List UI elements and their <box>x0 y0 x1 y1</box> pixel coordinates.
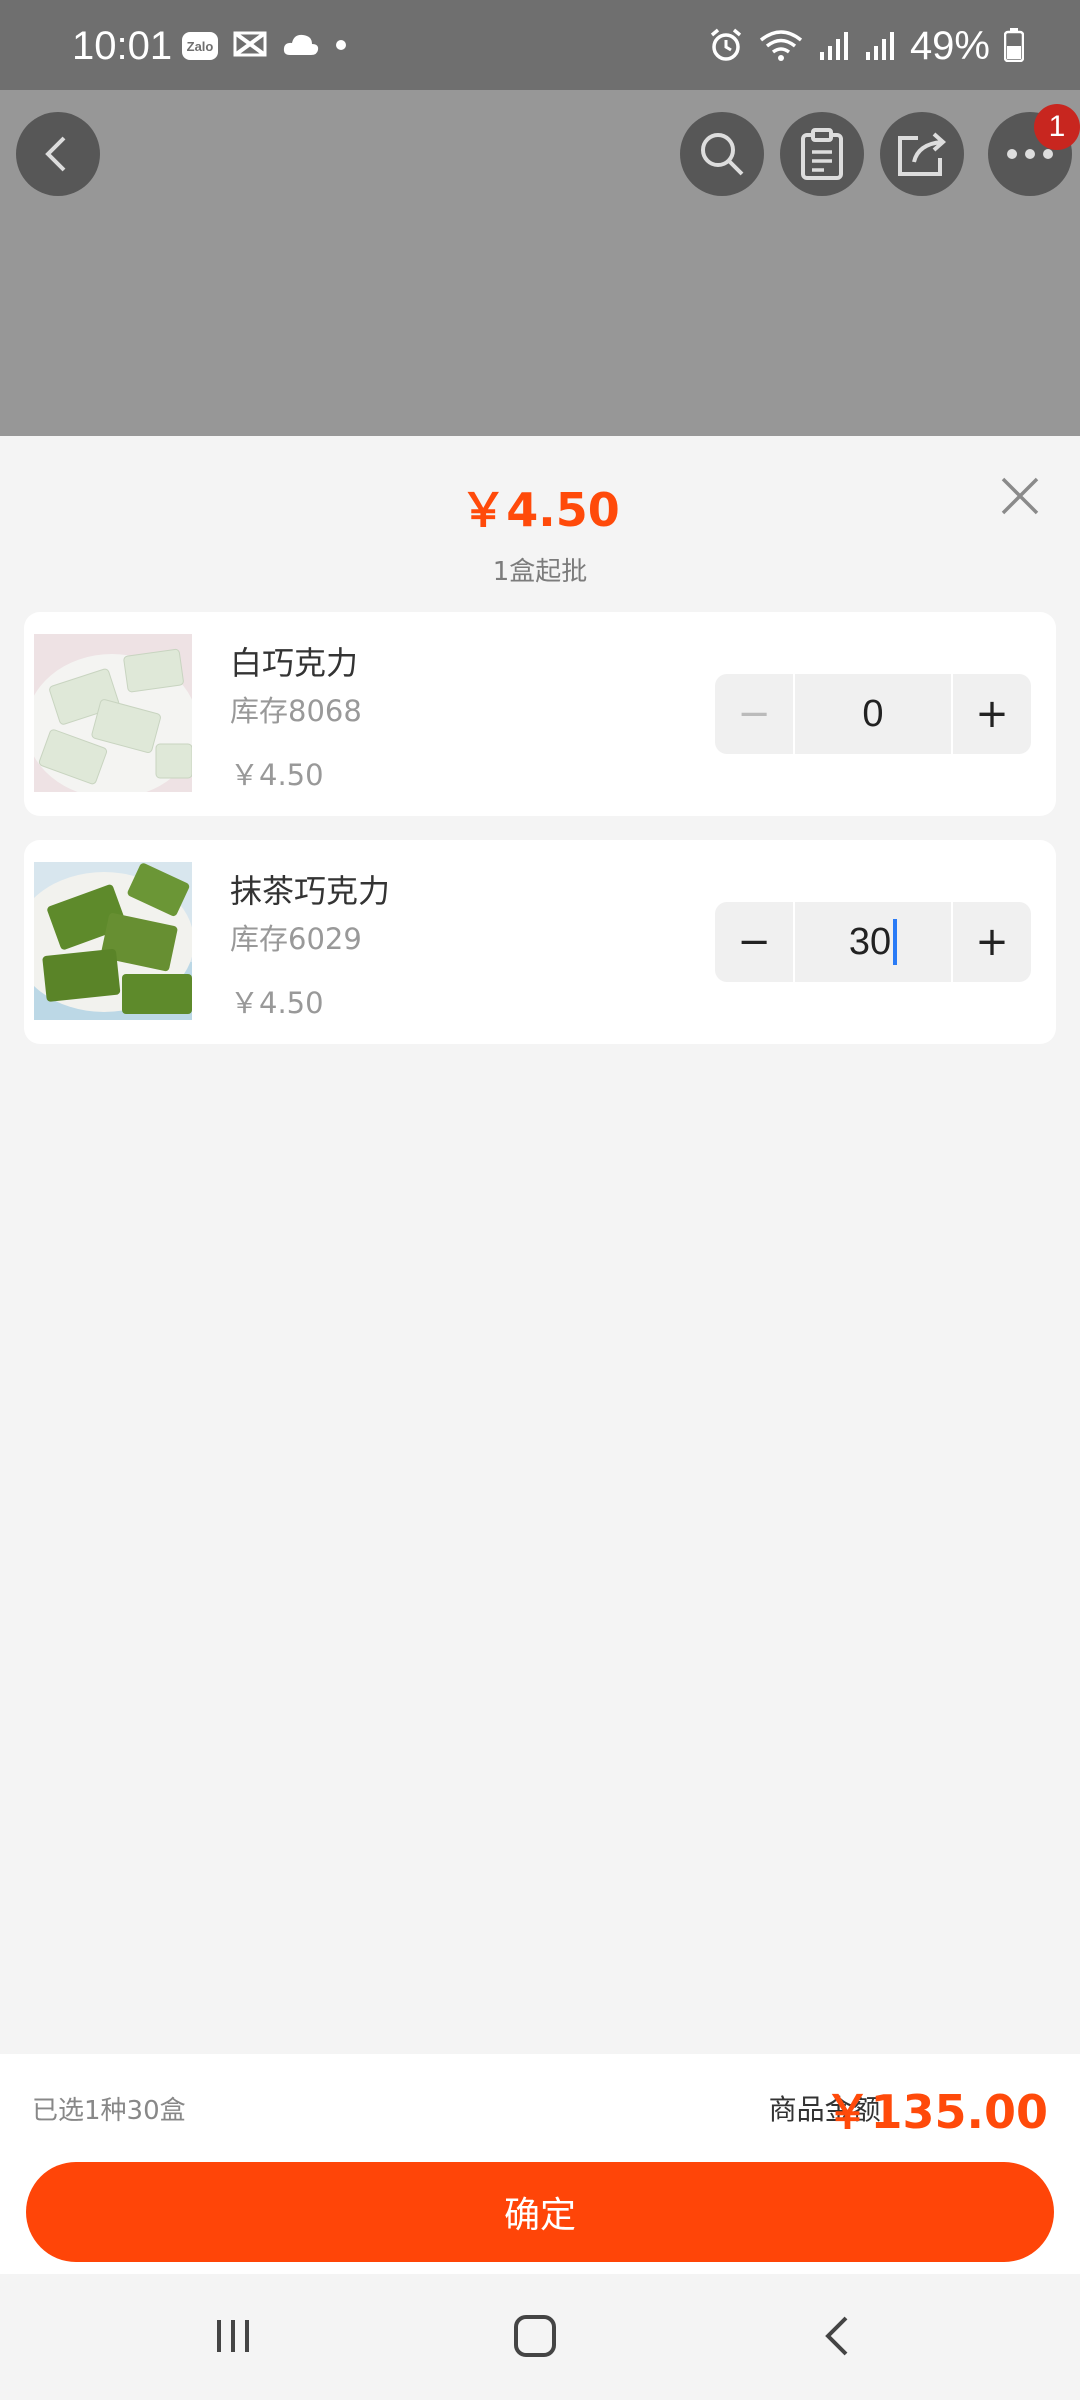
capcut-icon <box>232 30 268 62</box>
increment-button[interactable]: + <box>953 674 1031 754</box>
share-button[interactable] <box>880 112 964 196</box>
product-price: ￥4.50 <box>230 758 324 792</box>
close-button[interactable] <box>990 466 1050 526</box>
battery-percent: 49% <box>909 24 990 68</box>
dimmed-background[interactable]: 1 <box>0 90 1080 436</box>
status-time: 10:01 <box>72 24 173 68</box>
signal-icon <box>818 30 850 64</box>
text-cursor <box>893 919 898 965</box>
quantity-stepper: − 30 + <box>715 902 1031 982</box>
dot-icon <box>334 37 348 56</box>
increment-button[interactable]: + <box>953 902 1031 982</box>
more-icon <box>1007 149 1053 159</box>
alarm-icon <box>708 27 744 67</box>
quantity-value: 30 <box>848 920 892 963</box>
unit-price: ￥4.50 <box>460 483 620 537</box>
min-order-text: 1盒起批 <box>492 557 588 587</box>
status-bar: 10:01 Zalo 49% <box>0 0 1080 90</box>
cloud-icon <box>282 31 320 61</box>
system-nav-bar <box>0 2274 1080 2400</box>
home-icon <box>514 2315 556 2357</box>
decrement-button[interactable]: − <box>715 902 793 982</box>
close-icon <box>1001 477 1039 515</box>
zalo-icon: Zalo <box>182 32 218 60</box>
back-icon <box>825 2316 848 2356</box>
home-button[interactable] <box>495 2306 575 2366</box>
product-thumbnail <box>34 634 192 792</box>
product-name: 白巧克力 <box>230 644 359 682</box>
product-stock: 库存8068 <box>230 694 362 728</box>
quantity-input[interactable]: 30 <box>793 902 953 982</box>
clipboard-button[interactable] <box>780 112 864 196</box>
search-button[interactable] <box>680 112 764 196</box>
total-amount: ￥135.00 <box>824 2085 1048 2139</box>
recents-icon <box>217 2320 249 2352</box>
quantity-value: 0 <box>862 692 884 735</box>
search-icon <box>701 133 744 176</box>
product-thumbnail <box>34 862 192 1020</box>
product-name: 抹茶巧克力 <box>230 872 391 910</box>
recent-apps-button[interactable] <box>193 2306 273 2366</box>
checkout-bar: 已选1种30盒 商品金额: ￥135.00 确定 <box>0 2054 1080 2274</box>
share-icon <box>898 132 947 176</box>
quantity-input[interactable]: 0 <box>793 674 953 754</box>
wifi-icon <box>758 28 804 66</box>
nav-back-button[interactable] <box>797 2306 877 2366</box>
signal-icon <box>864 30 896 64</box>
notification-badge: 1 <box>1034 104 1080 150</box>
product-stock: 库存6029 <box>230 922 362 956</box>
quantity-stepper: − 0 + <box>715 674 1031 754</box>
confirm-button[interactable]: 确定 <box>26 2162 1054 2262</box>
sku-selector-sheet: ￥4.50 1盒起批 白巧克力 库存8068 ￥4.50 − 0 + 抹茶巧克力… <box>0 436 1080 2054</box>
chevron-left-icon <box>45 136 66 172</box>
back-button[interactable] <box>16 112 100 196</box>
more-button[interactable]: 1 <box>988 104 1080 196</box>
product-row-white-chocolate: 白巧克力 库存8068 ￥4.50 − 0 + <box>24 612 1056 816</box>
selection-summary: 已选1种30盒 <box>32 2096 186 2126</box>
product-price: ￥4.50 <box>230 986 324 1020</box>
product-row-matcha-chocolate: 抹茶巧克力 库存6029 ￥4.50 − 30 + <box>24 840 1056 1044</box>
decrement-button[interactable]: − <box>715 674 793 754</box>
clipboard-icon <box>801 128 843 180</box>
battery-icon <box>1003 27 1025 66</box>
